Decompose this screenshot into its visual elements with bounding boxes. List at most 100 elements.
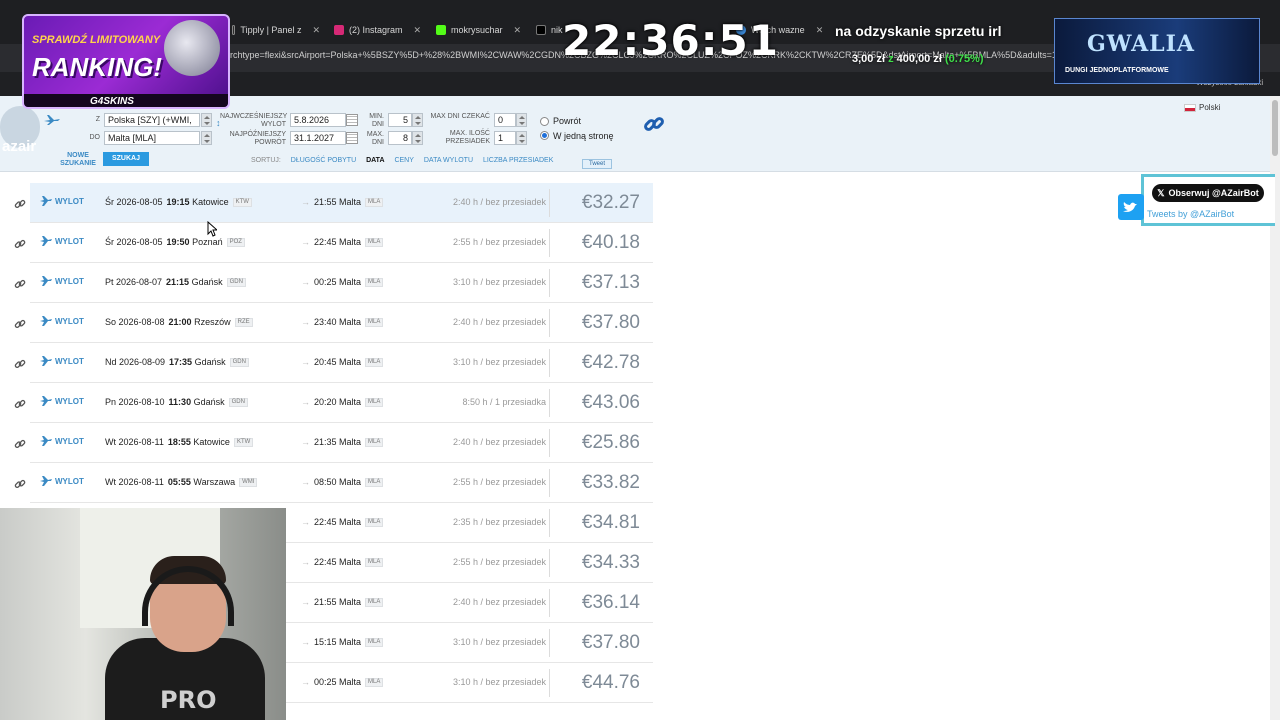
- sort-price[interactable]: CENY: [394, 157, 413, 164]
- price[interactable]: €37.80: [558, 312, 640, 334]
- scrollbar-thumb[interactable]: [1272, 100, 1278, 156]
- search-button[interactable]: SZUKAJ: [103, 152, 149, 166]
- link-icon[interactable]: [14, 198, 26, 210]
- to-picker-button[interactable]: [201, 131, 212, 145]
- direction-label: WYLOT: [55, 477, 84, 486]
- link-icon[interactable]: [14, 398, 26, 410]
- link-icon[interactable]: [14, 438, 26, 450]
- direction-label: WYLOT: [55, 397, 84, 406]
- logo-text: azair: [2, 138, 37, 155]
- departure-time: 21:00: [168, 317, 192, 327]
- price[interactable]: €42.78: [558, 352, 640, 374]
- radio-return-label: Powrót: [553, 116, 582, 126]
- link-icon[interactable]: [14, 318, 26, 330]
- arrow-icon: →: [301, 477, 310, 487]
- min-days-input[interactable]: 5: [388, 113, 412, 127]
- price[interactable]: €34.33: [558, 552, 640, 574]
- departure-city: Gdańsk: [194, 357, 226, 367]
- link-icon[interactable]: [14, 238, 26, 250]
- price[interactable]: €33.82: [558, 472, 640, 494]
- tweets-by-link[interactable]: Tweets by @AZairBot: [1147, 209, 1234, 219]
- max-days-label: MAX. DNI: [366, 131, 384, 146]
- price[interactable]: €36.14: [558, 592, 640, 614]
- airport-code: GDN: [226, 278, 246, 288]
- close-icon[interactable]: ✕: [414, 25, 422, 36]
- duration: 2:35 h / bez przesiadek: [452, 517, 546, 527]
- arrival-time: 20:20 Malta: [314, 397, 362, 407]
- link-icon[interactable]: [14, 478, 26, 490]
- duration: 3:10 h / bez przesiadek: [452, 357, 546, 367]
- new-search-link[interactable]: NOWE SZUKANIE: [56, 152, 100, 168]
- link-icon[interactable]: [14, 358, 26, 370]
- radio-oneway[interactable]: [540, 131, 549, 140]
- arrival-time: 15:15 Malta: [314, 637, 362, 647]
- goal-title: na odzyskanie sprzetu irl: [835, 23, 1002, 39]
- tab-label: mokrysuchar: [451, 25, 503, 35]
- result-row[interactable]: WYLOT Nd 2026-08-09 17:35 Gdańsk GDN → 20:45 …: [30, 343, 653, 383]
- latest-date-input[interactable]: 31.1.2027: [290, 131, 346, 145]
- price[interactable]: €43.06: [558, 392, 640, 414]
- min-days-stepper[interactable]: [412, 113, 423, 127]
- result-row[interactable]: WYLOT Wt 2026-08-11 05:55 Warszawa WMI → 08:5…: [30, 463, 653, 503]
- airport-code: MLA: [365, 438, 384, 448]
- language-selector[interactable]: Polski: [1184, 103, 1220, 112]
- airport-code: MLA: [365, 238, 384, 248]
- calendar-icon[interactable]: [346, 114, 358, 126]
- close-icon[interactable]: ✕: [514, 25, 522, 36]
- calendar-icon[interactable]: [346, 132, 358, 144]
- sort-transfers[interactable]: LICZBA PRZESIADEK: [483, 157, 553, 164]
- plane-icon: [40, 436, 52, 446]
- sort-date[interactable]: DATA: [366, 157, 384, 164]
- price[interactable]: €34.81: [558, 512, 640, 534]
- sort-length[interactable]: DŁUGOŚĆ POBYTU: [291, 157, 356, 164]
- to-input[interactable]: Malta [MLA]: [104, 131, 200, 145]
- result-row[interactable]: WYLOT So 2026-08-08 21:00 Rzeszów RZE → 23:40…: [30, 303, 653, 343]
- price[interactable]: €37.13: [558, 272, 640, 294]
- duration: 3:10 h / bez przesiadek: [452, 277, 546, 287]
- result-row[interactable]: WYLOT Wt 2026-08-11 18:55 Katowice KTW → 21:3…: [30, 423, 653, 463]
- radio-return[interactable]: [540, 117, 549, 126]
- max-transfers-stepper[interactable]: [516, 131, 527, 145]
- result-row[interactable]: WYLOT Pt 2026-08-07 21:15 Gdańsk GDN → 00:25 …: [30, 263, 653, 303]
- max-transfers-input[interactable]: 1: [494, 131, 516, 145]
- departure-day: Śr 2026-08-05: [105, 197, 163, 207]
- plane-icon: [40, 476, 52, 486]
- max-wait-stepper[interactable]: [516, 113, 527, 127]
- airport-code: MLA: [365, 198, 384, 208]
- result-row[interactable]: WYLOT Śr 2026-08-05 19:15 Katowice KTW → 21:5…: [30, 183, 653, 223]
- tweet-button[interactable]: Tweet: [582, 159, 612, 169]
- from-picker-button[interactable]: [201, 113, 212, 127]
- max-days-stepper[interactable]: [412, 131, 423, 145]
- result-row[interactable]: WYLOT Pn 2026-08-10 11:30 Gdańsk GDN → 20:20 …: [30, 383, 653, 423]
- from-input[interactable]: Polska [SZY] (+WMI,: [104, 113, 200, 127]
- price[interactable]: €40.18: [558, 232, 640, 254]
- direction-label: WYLOT: [55, 357, 84, 366]
- arrival-time: 00:25 Malta: [314, 277, 362, 287]
- price[interactable]: €37.80: [558, 632, 640, 654]
- airport-code: MLA: [365, 638, 384, 648]
- departure-time: 19:15: [166, 197, 190, 207]
- link-icon[interactable]: [643, 113, 665, 135]
- max-days-input[interactable]: 8: [388, 131, 412, 145]
- twitter-bird-icon[interactable]: [1118, 194, 1144, 220]
- arrival-info: 22:45 Malta MLA: [314, 557, 384, 568]
- max-wait-input[interactable]: 0: [494, 113, 516, 127]
- close-icon[interactable]: ✕: [816, 25, 824, 36]
- twitter-follow-button[interactable]: 𝕏 Obserwuj @AZairBot: [1152, 184, 1264, 202]
- tab-tipply[interactable]: Tipply | Panel z ✕: [232, 20, 320, 40]
- arrival-time: 21:55 Malta: [314, 197, 362, 207]
- close-icon[interactable]: ✕: [312, 25, 320, 36]
- price[interactable]: €32.27: [558, 192, 640, 214]
- min-days-label: MIN. DNI: [369, 113, 384, 128]
- earliest-date-input[interactable]: 5.8.2026: [290, 113, 346, 127]
- price[interactable]: €25.86: [558, 432, 640, 454]
- sort-departure[interactable]: DATA WYLOTU: [424, 157, 473, 164]
- departure-info: Śr 2026-08-05 19:50 Poznań POZ: [105, 237, 245, 248]
- link-icon[interactable]: [14, 278, 26, 290]
- tab-kick[interactable]: mokrysuchar ✕: [436, 20, 528, 40]
- plane-icon: [44, 115, 60, 125]
- result-row[interactable]: WYLOT Śr 2026-08-05 19:50 Poznań POZ → 22:45 …: [30, 223, 653, 263]
- to-label: DO: [89, 134, 101, 141]
- price[interactable]: €44.76: [558, 672, 640, 694]
- tab-instagram[interactable]: (2) Instagram ✕: [334, 20, 430, 40]
